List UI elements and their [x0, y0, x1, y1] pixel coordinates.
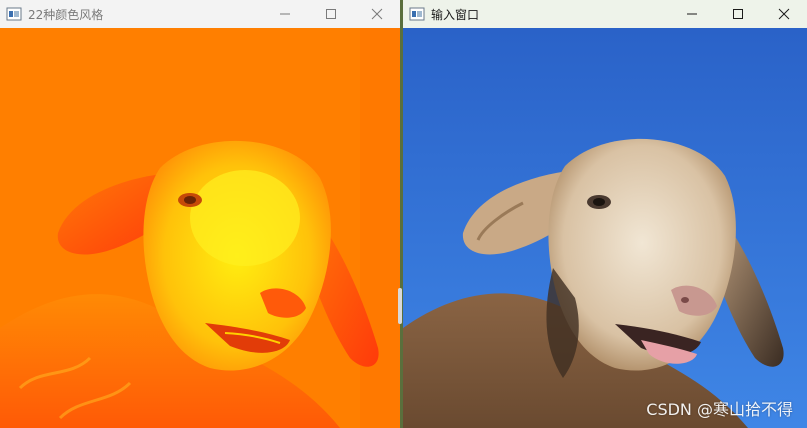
- original-sheep-image: [403, 28, 807, 428]
- csdn-watermark: CSDN @寒山拾不得: [646, 400, 793, 419]
- close-icon: [778, 8, 790, 20]
- window-controls: [262, 0, 400, 28]
- window-title: 输入窗口: [431, 7, 480, 22]
- minimize-button[interactable]: [669, 0, 715, 28]
- maximize-icon: [326, 9, 336, 19]
- color-mapped-image-area: [0, 28, 400, 428]
- window-controls: [669, 0, 807, 28]
- input-window: 输入窗口 CSDN @寒山拾不得: [403, 0, 807, 428]
- color-mapped-sheep-image: [0, 28, 400, 428]
- app-icon: [409, 7, 425, 21]
- window-divider: [398, 288, 402, 324]
- color-style-window: 22种颜色风格: [0, 0, 400, 428]
- window-title: 22种颜色风格: [28, 7, 104, 22]
- maximize-button[interactable]: [715, 0, 761, 28]
- maximize-icon: [733, 9, 743, 19]
- titlebar[interactable]: 22种颜色风格: [0, 0, 400, 28]
- app-icon: [6, 7, 22, 21]
- minimize-icon: [687, 13, 697, 15]
- close-button[interactable]: [354, 0, 400, 28]
- close-icon: [371, 8, 383, 20]
- input-image-area: CSDN @寒山拾不得: [403, 28, 807, 428]
- minimize-button[interactable]: [262, 0, 308, 28]
- titlebar[interactable]: 输入窗口: [403, 0, 807, 28]
- maximize-button[interactable]: [308, 0, 354, 28]
- minimize-icon: [280, 13, 290, 15]
- close-button[interactable]: [761, 0, 807, 28]
